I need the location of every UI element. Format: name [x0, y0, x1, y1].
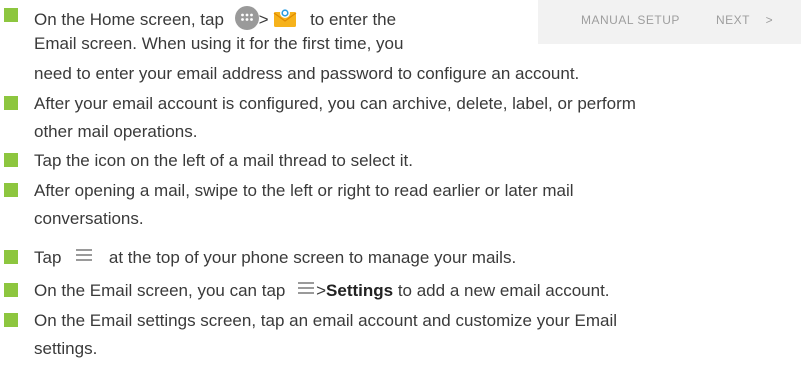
menu-icon: [298, 282, 315, 294]
item-4-line-1: After opening a mail, swipe to the left …: [34, 181, 574, 200]
bullet-marker: [4, 153, 18, 167]
item-2-line-2: other mail operations.: [34, 122, 198, 141]
bullet-marker: [4, 8, 18, 22]
apps-icon: [234, 6, 259, 35]
bullet-marker: [4, 313, 18, 327]
next-button[interactable]: NEXT >: [716, 13, 773, 27]
item-7-line-1: On the Email settings screen, tap an ema…: [34, 311, 618, 330]
menu-icon: [76, 249, 93, 261]
next-label: NEXT: [716, 13, 750, 27]
item-3-line-1: Tap the icon on the left of a mail threa…: [34, 151, 413, 170]
item-6-line-1: On the Email screen, you can tap >Settin…: [34, 281, 610, 300]
settings-label: Settings: [326, 281, 394, 300]
item-4-line-2: conversations.: [34, 209, 144, 228]
setup-bar: MANUAL SETUP NEXT >: [538, 0, 801, 44]
bullet-marker: [4, 96, 18, 110]
item-1-line-3: need to enter your email address and pas…: [34, 64, 580, 83]
item-5-line-1: Tap at the top of your phone screen to m…: [34, 248, 517, 267]
bullet-marker: [4, 283, 18, 297]
item-1-line-2: Email screen. When using it for the firs…: [34, 34, 404, 53]
bullet-marker: [4, 250, 18, 264]
item-2-line-1: After your email account is configured, …: [34, 94, 636, 113]
item-1-line-1: On the Home screen, tap > to enter the: [34, 6, 396, 35]
email-app-icon: [273, 6, 297, 35]
chevron-right-icon: >: [765, 13, 774, 27]
manual-setup-button[interactable]: MANUAL SETUP: [581, 13, 680, 27]
item-7-line-2: settings.: [34, 339, 98, 358]
bullet-marker: [4, 183, 18, 197]
